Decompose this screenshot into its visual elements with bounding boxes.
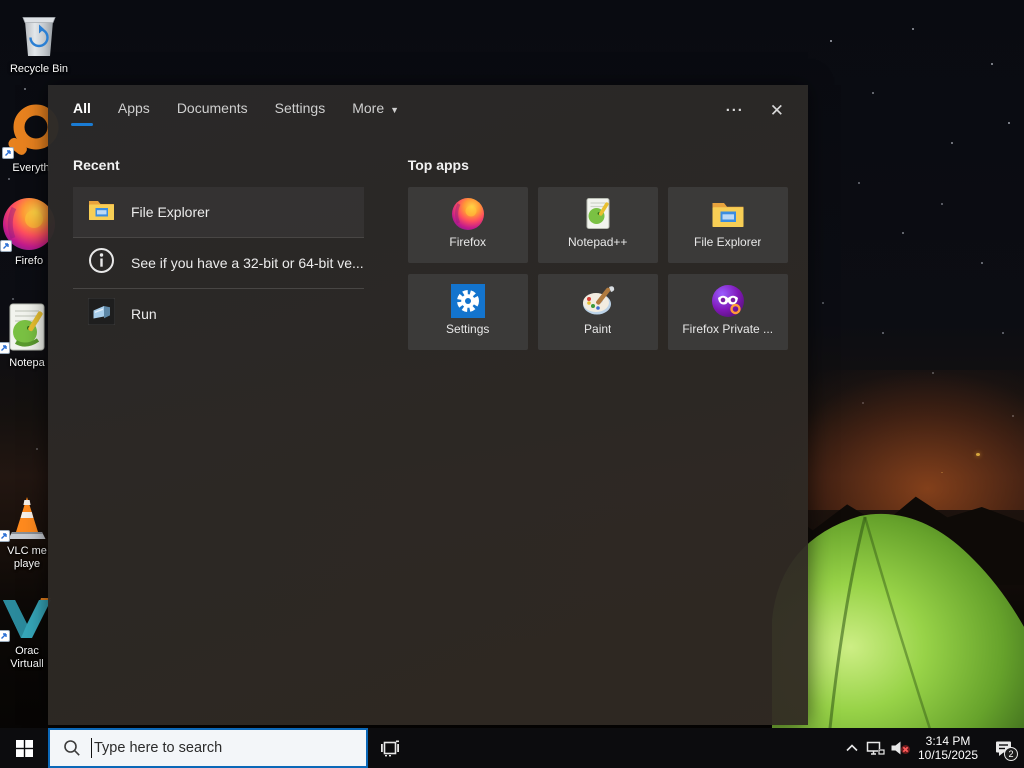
top-app-settings[interactable]: Settings [407, 274, 528, 350]
search-icon [63, 739, 81, 757]
top-app-label: Notepad++ [568, 235, 628, 249]
windows-logo-icon [15, 739, 33, 757]
recycle-bin-icon [6, 8, 72, 60]
tab-all[interactable]: All [71, 94, 93, 126]
top-apps-section: Top apps Firefox Notepad++ File Explorer… [407, 157, 788, 350]
shortcut-arrow-icon [0, 342, 10, 354]
top-apps-header: Top apps [407, 157, 469, 173]
tab-apps[interactable]: Apps [118, 94, 150, 126]
top-app-notepadpp[interactable]: Notepad++ [537, 187, 658, 263]
shortcut-arrow-icon [0, 240, 12, 252]
notepadpp-icon [583, 195, 613, 232]
more-options-button[interactable]: ··· [726, 103, 744, 118]
top-app-file-explorer[interactable]: File Explorer [667, 187, 788, 263]
shortcut-arrow-icon [0, 530, 10, 542]
firefox-icon [451, 195, 485, 232]
top-app-label: Firefox [449, 235, 487, 249]
file-explorer-icon [88, 198, 115, 226]
recent-item-32bit-64bit[interactable]: See if you have a 32-bit or 64-bit ve... [73, 238, 364, 288]
system-tray: 3:14 PM 10/15/2025 2 [840, 728, 1024, 768]
file-explorer-icon [711, 195, 745, 232]
settings-gear-icon [450, 282, 485, 319]
task-view-icon [381, 740, 399, 757]
action-center-button[interactable]: 2 [984, 728, 1024, 768]
info-icon [88, 247, 115, 279]
recent-header: Recent [73, 157, 120, 173]
taskbar-search-box[interactable] [48, 728, 368, 768]
tray-network-icon[interactable] [864, 728, 888, 768]
recent-item-label: See if you have a 32-bit or 64-bit ve... [131, 255, 364, 271]
top-app-firefox-private[interactable]: Firefox Private ... [667, 274, 788, 350]
start-button[interactable] [0, 728, 48, 768]
task-view-button[interactable] [368, 728, 412, 768]
top-app-paint[interactable]: Paint [537, 274, 658, 350]
wallpaper-sunset-glow [770, 370, 1024, 510]
tray-clock[interactable]: 3:14 PM 10/15/2025 [912, 734, 984, 762]
tab-more[interactable]: More ▼ [352, 94, 399, 126]
paint-palette-icon [579, 282, 617, 319]
recent-item-label: Run [131, 306, 157, 322]
recent-item-run[interactable]: Run [73, 289, 364, 339]
recent-item-label: File Explorer [131, 204, 210, 220]
recent-item-file-explorer[interactable]: File Explorer [73, 187, 364, 237]
top-app-firefox[interactable]: Firefox [407, 187, 528, 263]
top-app-label: Paint [584, 322, 612, 336]
top-app-label: Firefox Private ... [682, 322, 774, 336]
chevron-down-icon: ▼ [390, 105, 400, 115]
top-app-label: File Explorer [694, 235, 762, 249]
run-icon [87, 297, 116, 330]
shortcut-arrow-icon [2, 147, 14, 159]
recent-section: Recent File Explorer See if you have a 3… [73, 157, 364, 350]
desktop-icon-label: Recycle Bin [9, 63, 69, 75]
taskbar: 3:14 PM 10/15/2025 2 [0, 728, 1024, 768]
tab-settings[interactable]: Settings [275, 94, 326, 126]
tab-documents[interactable]: Documents [177, 94, 248, 126]
close-button[interactable]: ✕ [770, 102, 784, 119]
search-flyout-panel: All Apps Documents Settings More ▼ ··· ✕ … [48, 85, 808, 725]
top-app-label: Settings [446, 322, 490, 336]
tray-volume-muted-icon[interactable] [888, 728, 912, 768]
desktop-icon-recycle-bin[interactable]: Recycle Bin [6, 8, 72, 76]
wallpaper-stars [0, 0, 2, 2]
wallpaper-bright-star [976, 453, 980, 456]
text-cursor [91, 738, 92, 758]
desktop: Recycle Bin Everyth Firefo Notepa VLC me… [0, 0, 1024, 768]
notification-badge: 2 [1004, 747, 1018, 761]
firefox-private-mask-icon [711, 282, 745, 319]
search-input[interactable] [94, 740, 344, 756]
shortcut-arrow-icon [0, 630, 10, 642]
tray-chevron-up-icon[interactable] [840, 728, 864, 768]
tray-time: 3:14 PM [925, 734, 971, 748]
search-tabs-bar: All Apps Documents Settings More ▼ ··· ✕ [48, 85, 808, 135]
tray-date: 10/15/2025 [917, 748, 979, 762]
